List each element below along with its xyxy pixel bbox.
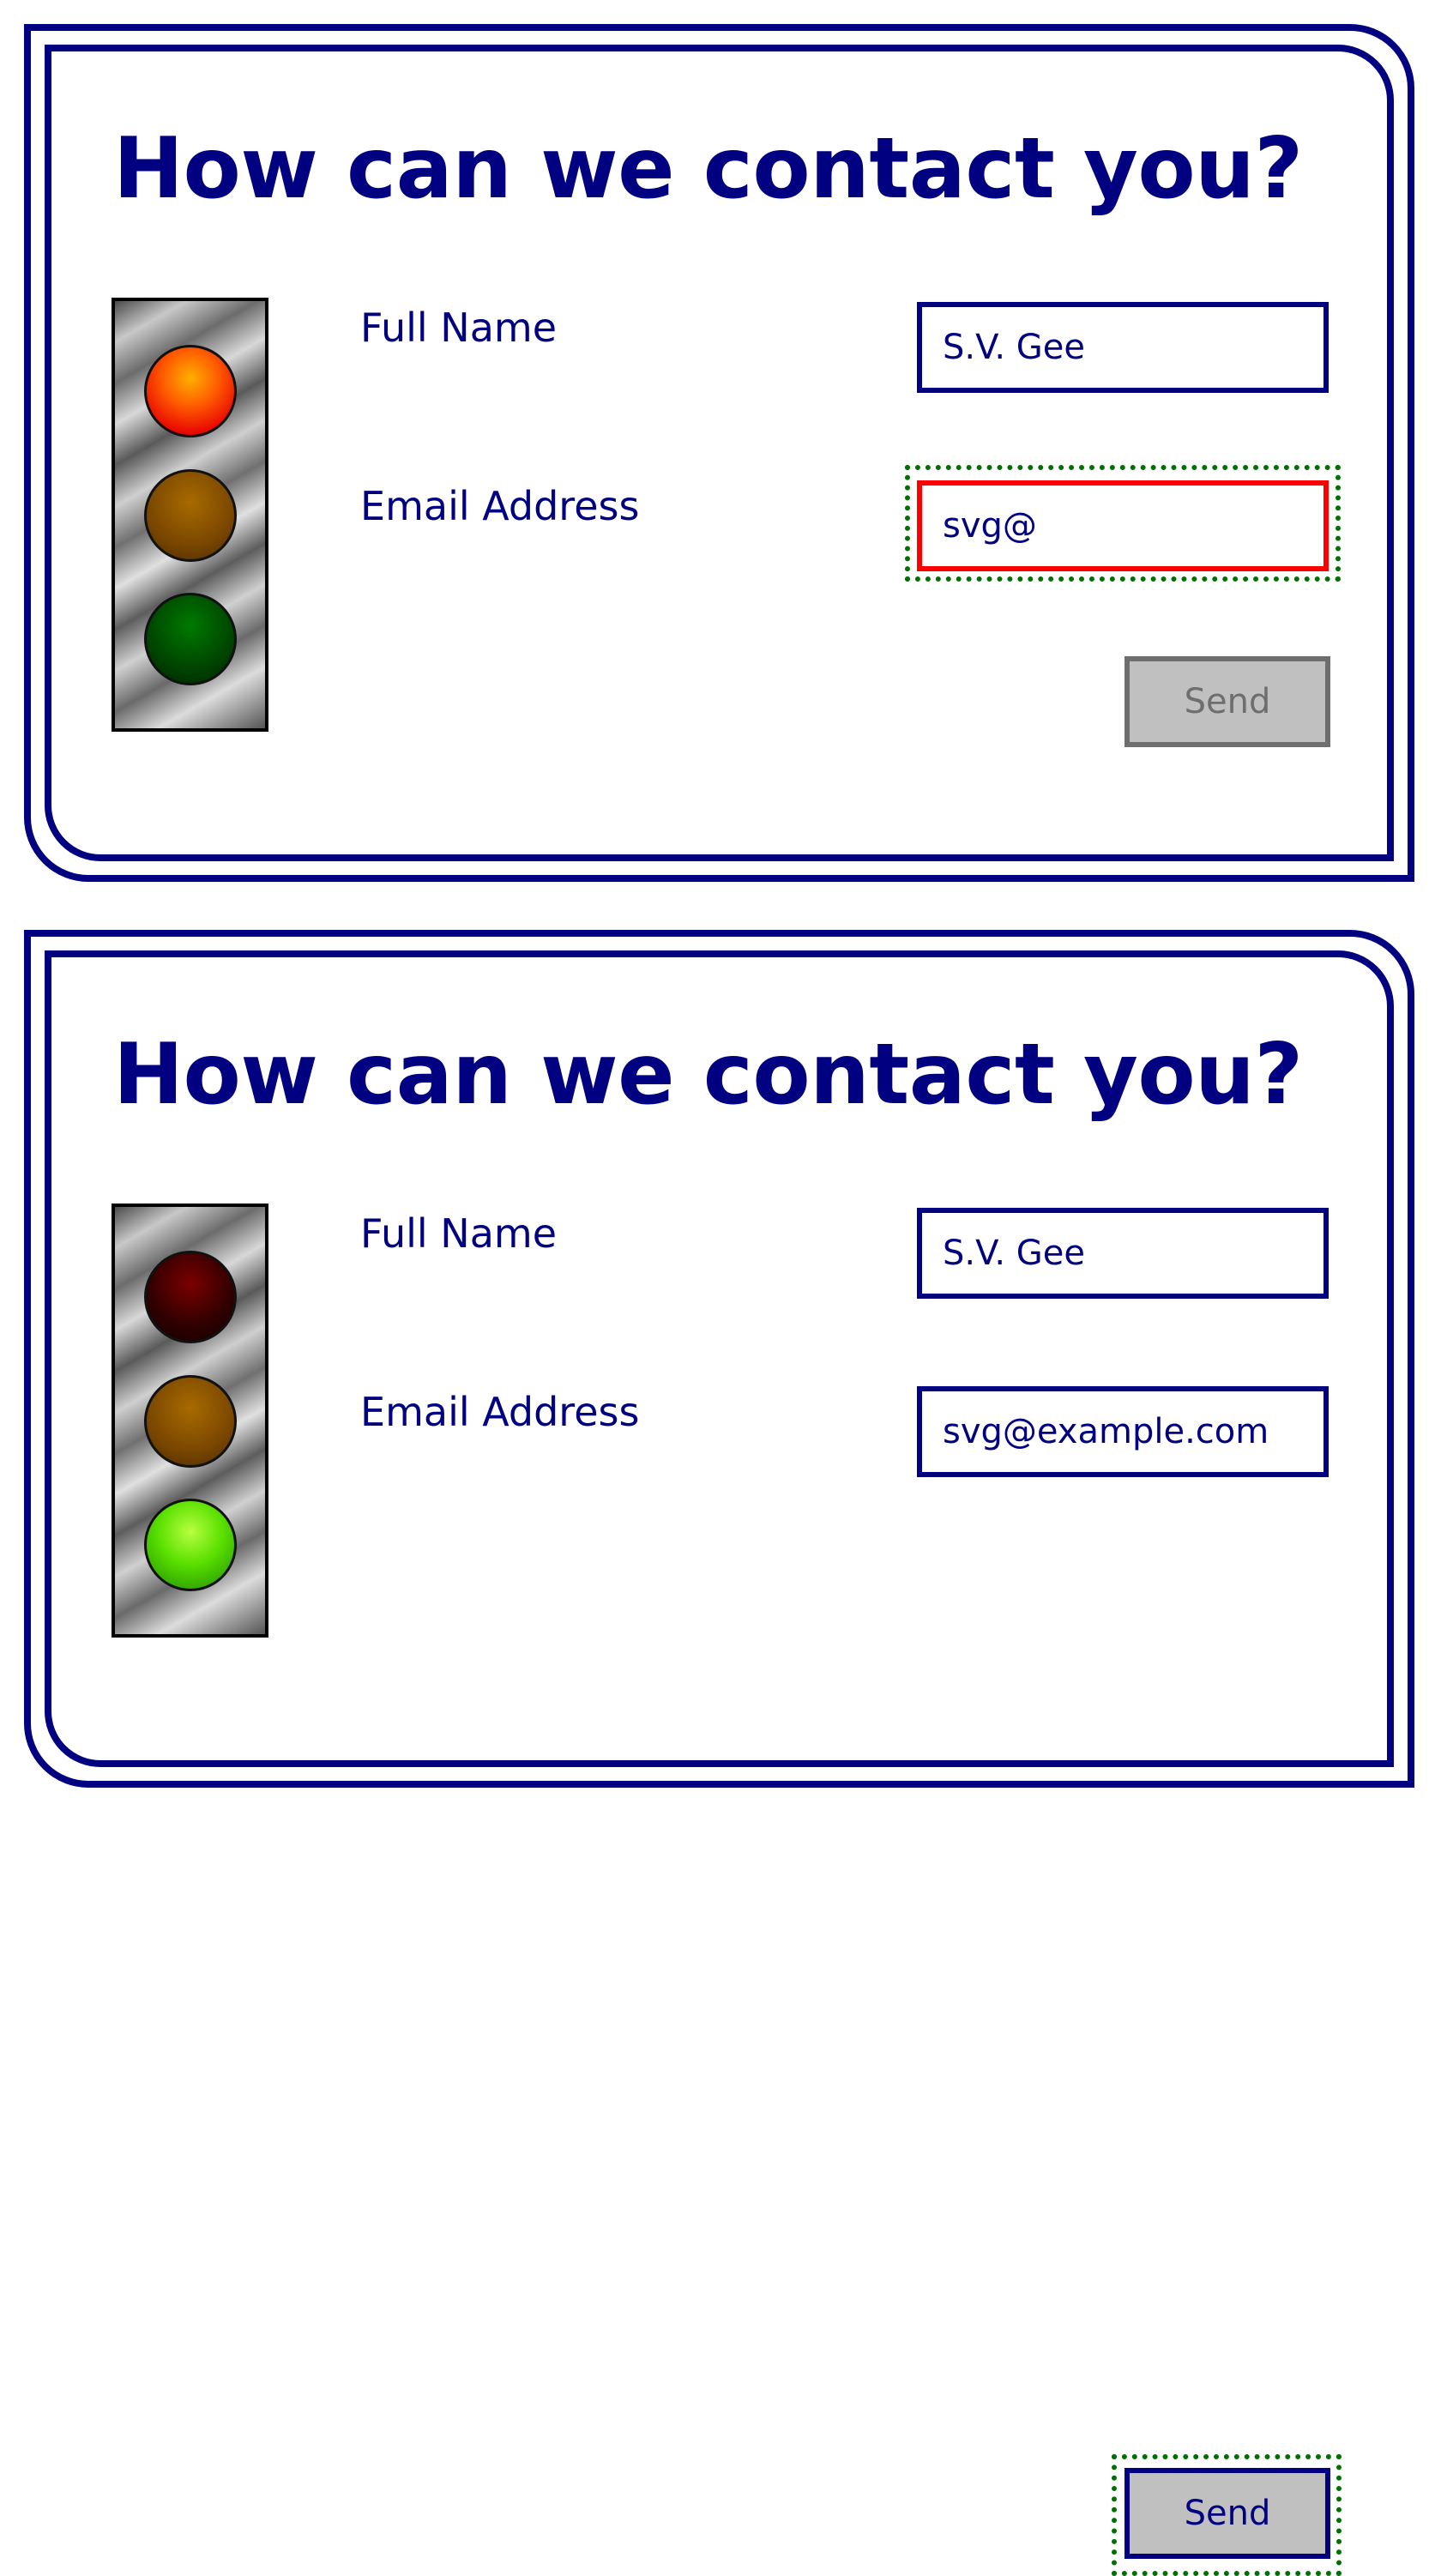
amber-lamp-icon: [144, 469, 237, 562]
full-name-field[interactable]: [917, 302, 1329, 393]
email-field[interactable]: [917, 480, 1329, 571]
form-title: How can we contact you?: [113, 1026, 1303, 1124]
email-field[interactable]: [917, 1386, 1329, 1477]
traffic-light-icon: [112, 1204, 268, 1638]
green-lamp-icon: [144, 1499, 237, 1591]
form-title: How can we contact you?: [113, 120, 1303, 218]
full-name-field[interactable]: [917, 1208, 1329, 1299]
contact-form-panel-invalid: How can we contact you? Full Name Email …: [0, 0, 1441, 906]
send-button[interactable]: Send: [1124, 656, 1330, 747]
email-label: Email Address: [360, 483, 640, 529]
full-name-label: Full Name: [360, 1210, 557, 1257]
contact-form-panel-valid: How can we contact you? Full Name Email …: [0, 906, 1441, 2576]
red-lamp-icon: [144, 345, 237, 437]
red-lamp-icon: [144, 1251, 237, 1343]
traffic-light-icon: [112, 298, 268, 732]
amber-lamp-icon: [144, 1375, 237, 1468]
green-lamp-icon: [144, 593, 237, 685]
send-button[interactable]: Send: [1124, 2468, 1330, 2559]
full-name-label: Full Name: [360, 305, 557, 351]
email-label: Email Address: [360, 1389, 640, 1435]
